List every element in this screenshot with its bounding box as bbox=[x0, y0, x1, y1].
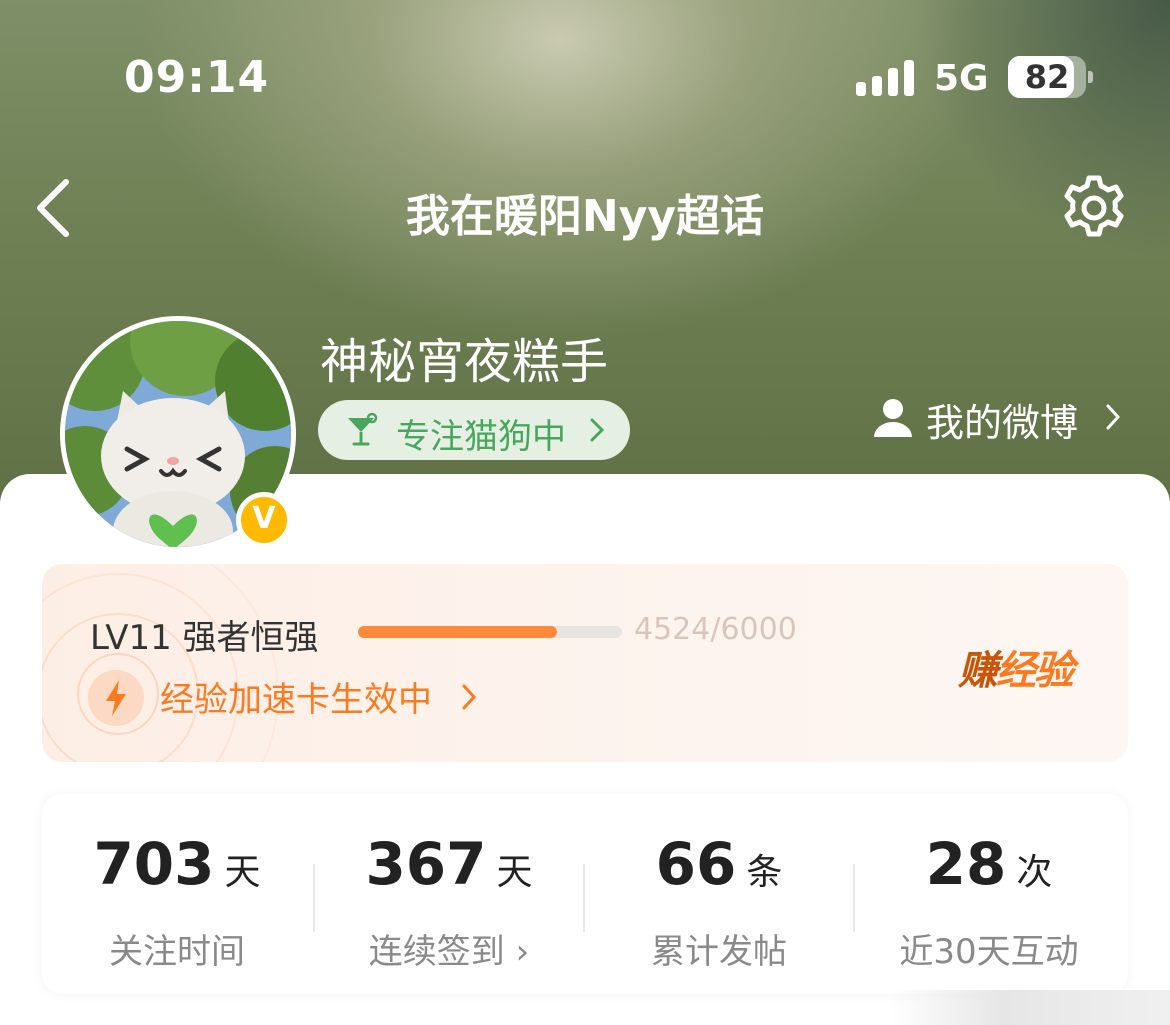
earn-exp-rest: 经验 bbox=[996, 648, 1074, 694]
cocktail-icon bbox=[348, 412, 378, 446]
my-weibo-link[interactable]: 我的微博 bbox=[872, 392, 1132, 445]
stat-label: 关注时间 bbox=[109, 932, 245, 972]
page-title: 我在暖阳Nyy超话 bbox=[405, 191, 765, 242]
stat-value: 703 bbox=[93, 830, 215, 898]
earn-exp-button[interactable]: 赚经验 bbox=[958, 638, 1074, 696]
bottom-fade bbox=[890, 990, 1170, 1025]
battery-icon: 82 bbox=[1008, 56, 1093, 98]
lightning-icon bbox=[88, 670, 144, 726]
level-progress-text: 4524/6000 bbox=[634, 612, 797, 647]
chevron-right-icon bbox=[1106, 404, 1120, 430]
settings-button[interactable] bbox=[1058, 172, 1130, 244]
stat-label: 累计发帖 bbox=[651, 932, 787, 972]
stat-follow-days: 703 天 关注时间 bbox=[42, 794, 312, 994]
level-card[interactable]: LV11 强者恒强 4524/6000 经验加速卡生效中 赚经验 bbox=[42, 564, 1128, 762]
my-weibo-label: 我的微博 bbox=[926, 401, 1079, 445]
stat-interactions: 28 次 近30天互动 bbox=[854, 794, 1124, 994]
ripple-decoration bbox=[42, 564, 279, 762]
username: 神秘宵夜糕手 bbox=[320, 334, 609, 390]
verified-badge: V bbox=[236, 492, 292, 548]
stat-value: 66 bbox=[655, 830, 737, 898]
stat-unit: 天 bbox=[496, 852, 533, 893]
boost-card-label: 经验加速卡生效中 bbox=[160, 680, 432, 720]
chevron-right-icon bbox=[590, 418, 604, 442]
chevron-right-icon bbox=[462, 684, 476, 710]
level-name: LV11 强者恒强 bbox=[90, 618, 319, 658]
status-tag-label: 专注猫狗中 bbox=[396, 417, 566, 457]
stat-value: 367 bbox=[365, 830, 487, 898]
battery-level: 82 bbox=[1024, 58, 1070, 96]
earn-exp-first: 赚 bbox=[958, 648, 998, 694]
level-progress-fill bbox=[358, 626, 558, 638]
network-type: 5G bbox=[934, 58, 989, 99]
status-tag-button[interactable]: 专注猫狗中 bbox=[318, 400, 630, 460]
signal-icon bbox=[856, 60, 916, 96]
level-progress-bar bbox=[358, 626, 622, 638]
status-bar: 09:14 5G 82 bbox=[0, 0, 1170, 150]
stat-total-posts: 66 条 累计发帖 bbox=[584, 794, 854, 994]
gear-icon bbox=[1064, 175, 1124, 237]
stat-label: 近30天互动 bbox=[899, 932, 1079, 972]
stat-label: 连续签到 › bbox=[368, 932, 530, 972]
stats-panel: 703 天 关注时间 367 天 连续签到 › 66 条 累计发帖 28 次 近30天互… bbox=[42, 794, 1128, 994]
status-time: 09:14 bbox=[124, 52, 270, 103]
info-card: LV11 强者恒强 4524/6000 经验加速卡生效中 赚经验 703 天 关注… bbox=[0, 474, 1170, 1025]
stat-value: 28 bbox=[925, 830, 1007, 898]
chevron-left-icon bbox=[37, 179, 69, 237]
back-button[interactable] bbox=[28, 172, 88, 242]
stat-unit: 条 bbox=[746, 852, 783, 893]
stat-unit: 次 bbox=[1016, 852, 1053, 893]
stat-unit: 天 bbox=[224, 852, 261, 893]
person-icon bbox=[874, 399, 912, 437]
stat-checkin-streak[interactable]: 367 天 连续签到 › bbox=[314, 794, 584, 994]
